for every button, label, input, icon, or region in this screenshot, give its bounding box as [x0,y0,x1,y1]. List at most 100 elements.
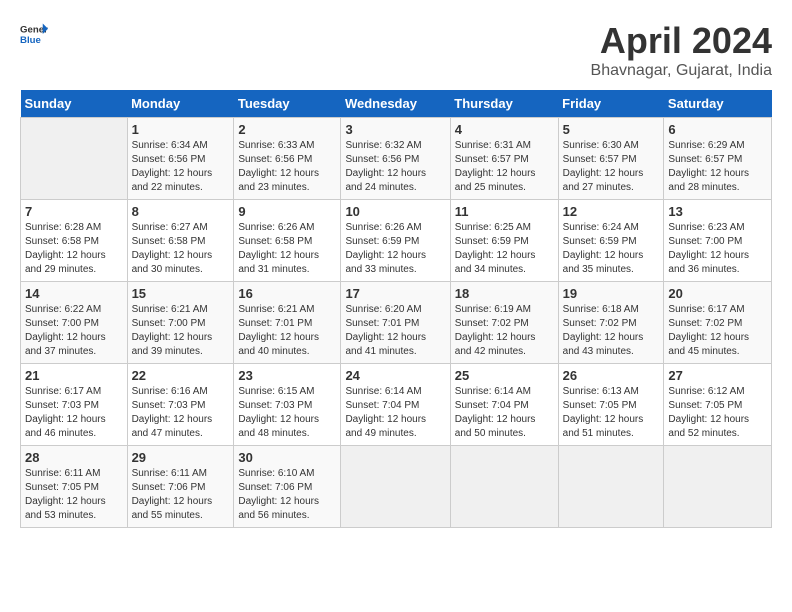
day-cell [450,446,558,528]
day-cell [341,446,450,528]
logo: General Blue [20,20,48,48]
day-number: 12 [563,204,660,219]
day-info: Sunrise: 6:10 AMSunset: 7:06 PMDaylight:… [238,467,336,523]
day-number: 27 [668,368,767,383]
day-cell: 8Sunrise: 6:27 AMSunset: 6:58 PMDaylight… [127,200,234,282]
day-cell: 7 Sunrise: 6:28 AMSunset: 6:58 PMDaylight… [21,200,128,282]
day-number: 6 [668,122,767,137]
day-number: 14 [25,286,123,301]
day-cell: 19 Sunrise: 6:18 AMSunset: 7:02 PMDayligh… [558,282,664,364]
day-cell: 25Sunrise: 6:14 AMSunset: 7:04 PMDayligh… [450,364,558,446]
day-number: 13 [668,204,767,219]
day-number: 9 [238,204,336,219]
day-cell: 18 Sunrise: 6:19 AMSunset: 7:02 PMDayligh… [450,282,558,364]
day-info: Sunrise: 6:33 AMSunset: 6:56 PMDaylight:… [238,139,336,195]
day-number: 28 [25,450,123,465]
day-cell: 9 Sunrise: 6:26 AMSunset: 6:58 PMDaylight… [234,200,341,282]
day-number: 23 [238,368,336,383]
day-info: Sunrise: 6:26 AMSunset: 6:58 PMDaylight:… [238,221,336,277]
title-area: April 2024 Bhavnagar, Gujarat, India [591,20,772,80]
day-number: 5 [563,122,660,137]
day-cell: 23 Sunrise: 6:15 AMSunset: 7:03 PMDayligh… [234,364,341,446]
day-number: 22 [132,368,230,383]
day-info: Sunrise: 6:17 AMSunset: 7:03 PMDaylight:… [25,385,123,441]
day-info: Sunrise: 6:22 AMSunset: 7:00 PMDaylight:… [25,303,123,359]
day-info: Sunrise: 6:30 AMSunset: 6:57 PMDaylight:… [563,139,660,195]
calendar-table: SundayMondayTuesdayWednesdayThursdayFrid… [20,90,772,528]
day-cell: 15 Sunrise: 6:21 AMSunset: 7:00 PMDayligh… [127,282,234,364]
day-number: 15 [132,286,230,301]
day-info: Sunrise: 6:18 AMSunset: 7:02 PMDaylight:… [563,303,660,359]
day-number: 21 [25,368,123,383]
day-cell: 1Sunrise: 6:34 AMSunset: 6:56 PMDaylight… [127,118,234,200]
day-info: Sunrise: 6:11 AMSunset: 7:05 PMDaylight:… [25,467,123,523]
day-number: 2 [238,122,336,137]
day-cell [664,446,772,528]
day-cell [21,118,128,200]
day-info: Sunrise: 6:20 AMSunset: 7:01 PMDaylight:… [345,303,445,359]
week-row-4: 21 Sunrise: 6:17 AMSunset: 7:03 PMDayligh… [21,364,772,446]
day-number: 19 [563,286,660,301]
day-cell: 29Sunrise: 6:11 AMSunset: 7:06 PMDayligh… [127,446,234,528]
svg-text:Blue: Blue [20,35,41,46]
day-cell: 24Sunrise: 6:14 AMSunset: 7:04 PMDayligh… [341,364,450,446]
week-row-3: 14 Sunrise: 6:22 AMSunset: 7:00 PMDayligh… [21,282,772,364]
day-number: 29 [132,450,230,465]
day-cell: 17Sunrise: 6:20 AMSunset: 7:01 PMDayligh… [341,282,450,364]
day-cell: 26 Sunrise: 6:13 AMSunset: 7:05 PMDayligh… [558,364,664,446]
day-cell: 6 Sunrise: 6:29 AMSunset: 6:57 PMDaylight… [664,118,772,200]
day-cell: 13 Sunrise: 6:23 AMSunset: 7:00 PMDayligh… [664,200,772,282]
day-info: Sunrise: 6:19 AMSunset: 7:02 PMDaylight:… [455,303,554,359]
day-cell: 30 Sunrise: 6:10 AMSunset: 7:06 PMDayligh… [234,446,341,528]
header-day-saturday: Saturday [664,90,772,118]
day-info: Sunrise: 6:23 AMSunset: 7:00 PMDaylight:… [668,221,767,277]
day-number: 26 [563,368,660,383]
day-cell: 11 Sunrise: 6:25 AMSunset: 6:59 PMDayligh… [450,200,558,282]
day-info: Sunrise: 6:26 AMSunset: 6:59 PMDaylight:… [345,221,445,277]
day-info: Sunrise: 6:14 AMSunset: 7:04 PMDaylight:… [455,385,554,441]
header-day-monday: Monday [127,90,234,118]
day-number: 18 [455,286,554,301]
day-info: Sunrise: 6:14 AMSunset: 7:04 PMDaylight:… [345,385,445,441]
day-info: Sunrise: 6:12 AMSunset: 7:05 PMDaylight:… [668,385,767,441]
day-number: 4 [455,122,554,137]
day-info: Sunrise: 6:13 AMSunset: 7:05 PMDaylight:… [563,385,660,441]
day-info: Sunrise: 6:16 AMSunset: 7:03 PMDaylight:… [132,385,230,441]
main-title: April 2024 [591,20,772,62]
day-cell: 20 Sunrise: 6:17 AMSunset: 7:02 PMDayligh… [664,282,772,364]
day-cell: 27 Sunrise: 6:12 AMSunset: 7:05 PMDayligh… [664,364,772,446]
header-day-friday: Friday [558,90,664,118]
day-cell: 28 Sunrise: 6:11 AMSunset: 7:05 PMDayligh… [21,446,128,528]
calendar-header-row: SundayMondayTuesdayWednesdayThursdayFrid… [21,90,772,118]
day-number: 10 [345,204,445,219]
day-info: Sunrise: 6:32 AMSunset: 6:56 PMDaylight:… [345,139,445,195]
week-row-5: 28 Sunrise: 6:11 AMSunset: 7:05 PMDayligh… [21,446,772,528]
day-cell: 16Sunrise: 6:21 AMSunset: 7:01 PMDayligh… [234,282,341,364]
week-row-2: 7 Sunrise: 6:28 AMSunset: 6:58 PMDaylight… [21,200,772,282]
day-number: 7 [25,204,123,219]
day-info: Sunrise: 6:15 AMSunset: 7:03 PMDaylight:… [238,385,336,441]
day-cell: 21 Sunrise: 6:17 AMSunset: 7:03 PMDayligh… [21,364,128,446]
day-number: 16 [238,286,336,301]
day-info: Sunrise: 6:28 AMSunset: 6:58 PMDaylight:… [25,221,123,277]
day-number: 20 [668,286,767,301]
header-day-wednesday: Wednesday [341,90,450,118]
day-cell: 3 Sunrise: 6:32 AMSunset: 6:56 PMDaylight… [341,118,450,200]
day-number: 30 [238,450,336,465]
day-number: 8 [132,204,230,219]
day-cell: 2 Sunrise: 6:33 AMSunset: 6:56 PMDaylight… [234,118,341,200]
day-info: Sunrise: 6:17 AMSunset: 7:02 PMDaylight:… [668,303,767,359]
day-cell: 10 Sunrise: 6:26 AMSunset: 6:59 PMDayligh… [341,200,450,282]
day-number: 11 [455,204,554,219]
day-info: Sunrise: 6:25 AMSunset: 6:59 PMDaylight:… [455,221,554,277]
day-cell: 5 Sunrise: 6:30 AMSunset: 6:57 PMDaylight… [558,118,664,200]
logo-icon: General Blue [20,20,48,48]
day-cell: 4Sunrise: 6:31 AMSunset: 6:57 PMDaylight… [450,118,558,200]
header-day-tuesday: Tuesday [234,90,341,118]
day-number: 3 [345,122,445,137]
subtitle: Bhavnagar, Gujarat, India [591,62,772,80]
day-info: Sunrise: 6:24 AMSunset: 6:59 PMDaylight:… [563,221,660,277]
day-info: Sunrise: 6:29 AMSunset: 6:57 PMDaylight:… [668,139,767,195]
day-info: Sunrise: 6:21 AMSunset: 7:00 PMDaylight:… [132,303,230,359]
day-cell: 14 Sunrise: 6:22 AMSunset: 7:00 PMDayligh… [21,282,128,364]
